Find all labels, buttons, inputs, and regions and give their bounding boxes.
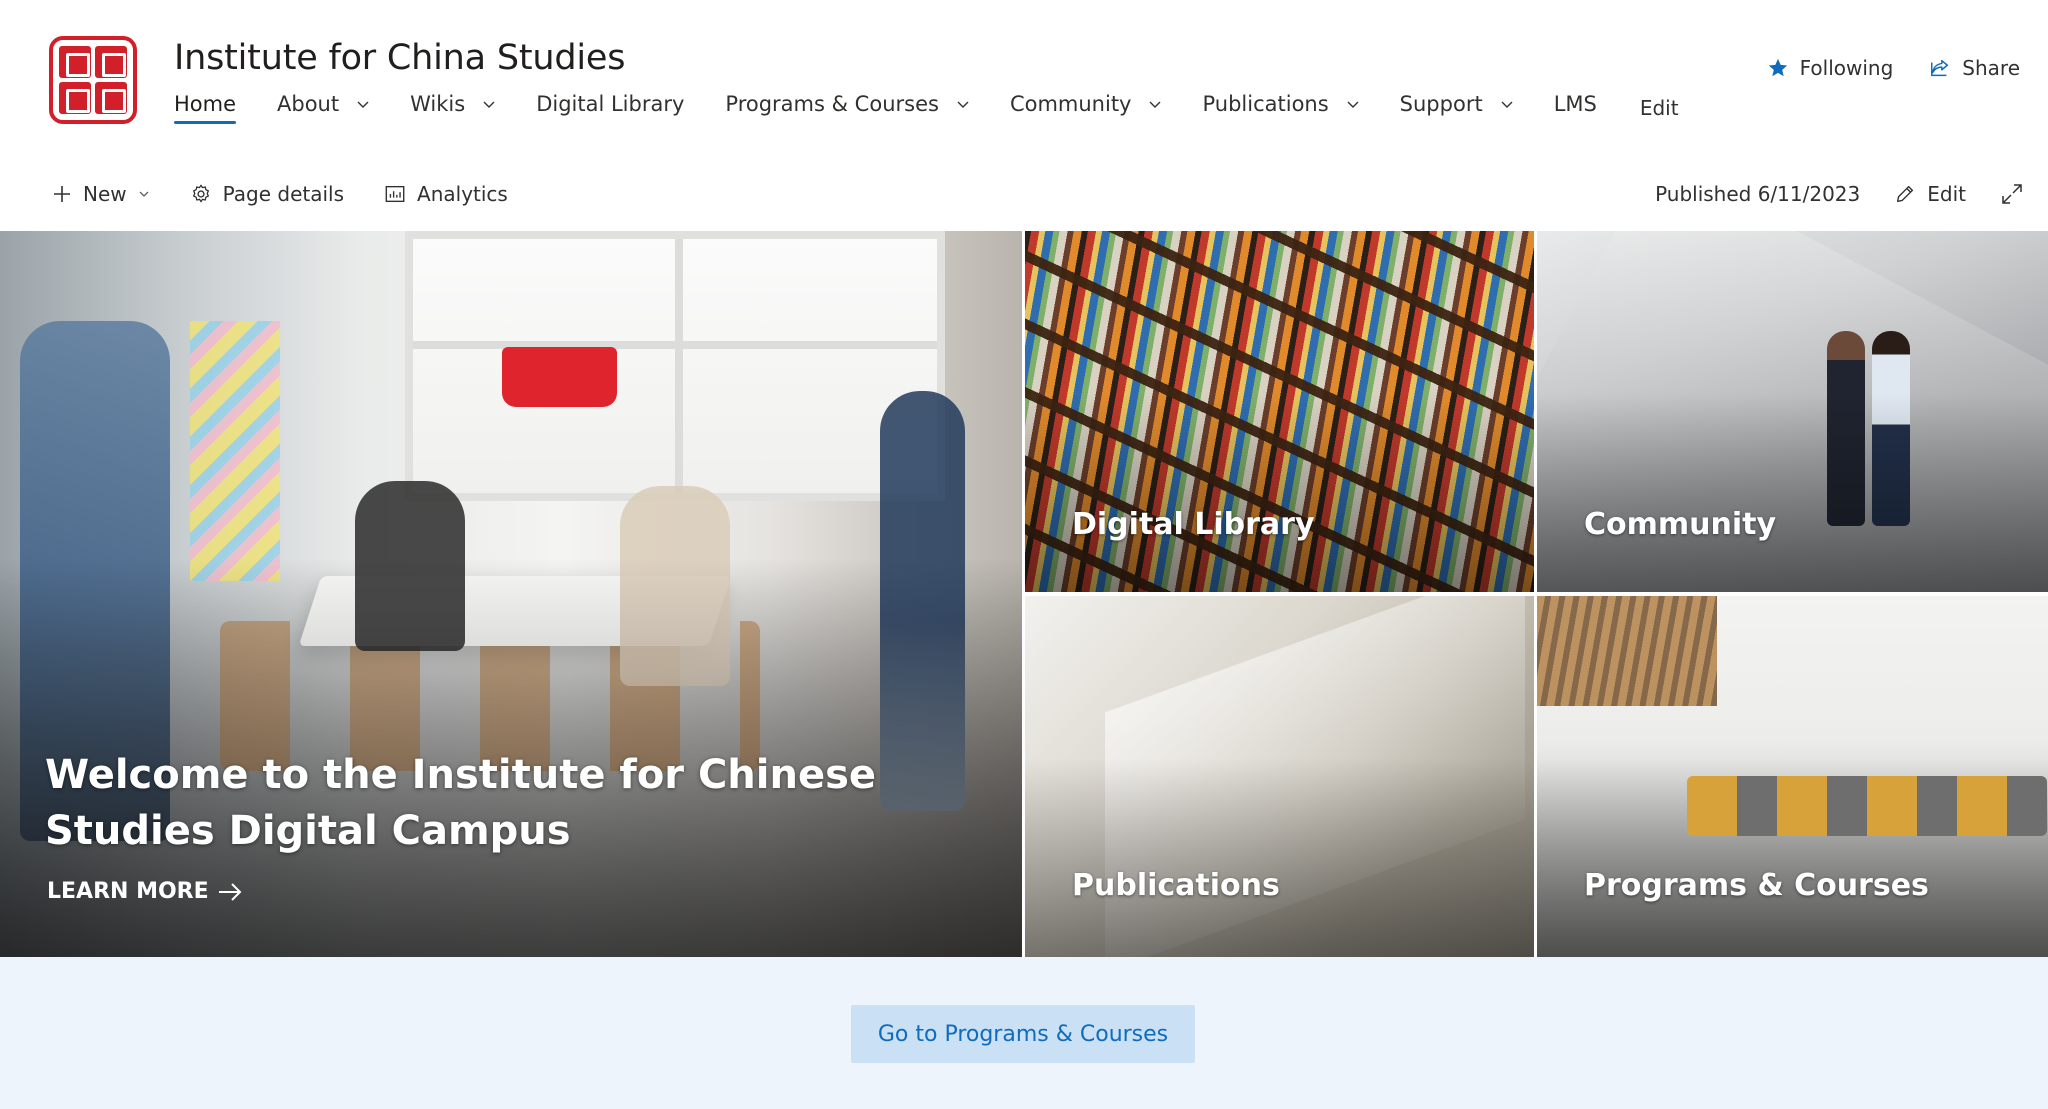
star-icon: [1768, 58, 1787, 77]
hero-tile-publications[interactable]: Publications: [1025, 596, 1534, 957]
nav-item-label: Digital Library: [536, 92, 685, 116]
plus-icon: [54, 186, 70, 202]
gear-icon: [192, 184, 209, 203]
tile-label: Publications: [1072, 868, 1280, 903]
nav-item-wikis[interactable]: Wikis: [410, 92, 495, 124]
new-label: New: [83, 182, 127, 206]
expand-button[interactable]: [2000, 182, 2024, 206]
published-status: Published 6/11/2023: [1655, 182, 1861, 206]
hero-main-tile[interactable]: Welcome to the Institute for Chinese Stu…: [0, 231, 1022, 957]
nav-item-lms[interactable]: LMS: [1554, 92, 1597, 124]
nav-item-support[interactable]: Support: [1400, 92, 1513, 124]
chevron-down-icon: [957, 101, 969, 108]
nav-item-label: Home: [174, 92, 237, 116]
share-button[interactable]: Share: [1929, 56, 2020, 80]
chevron-down-icon: [1501, 101, 1513, 108]
hero-tile-programs-courses[interactable]: Programs & Courses: [1537, 596, 2048, 957]
chevron-down-icon: [357, 101, 369, 108]
edit-label: Edit: [1927, 182, 1966, 206]
nav-item-label: LMS: [1553, 92, 1597, 116]
nav-edit-link[interactable]: Edit: [1640, 96, 1679, 120]
hero-main-title: Welcome to the Institute for Chinese Stu…: [45, 752, 877, 854]
nav-item-digital-library[interactable]: Digital Library: [536, 92, 684, 124]
chevron-down-icon: [483, 101, 495, 108]
expand-icon: [2002, 184, 2022, 204]
chevron-down-icon: [1347, 101, 1359, 108]
analytics-label: Analytics: [417, 182, 508, 206]
following-button[interactable]: Following: [1767, 56, 1894, 80]
header-actions: Following Share: [1767, 56, 2020, 80]
following-label: Following: [1799, 56, 1894, 80]
go-to-programs-button[interactable]: Go to Programs & Courses: [851, 1005, 1195, 1063]
hero-tile-community[interactable]: Community: [1537, 231, 2048, 592]
tile-label: Community: [1584, 507, 1777, 542]
analytics-icon: [385, 185, 405, 203]
share-label: Share: [1962, 56, 2020, 80]
nav-item-label: Wikis: [410, 92, 466, 116]
chevron-down-icon: [139, 191, 149, 197]
site-title[interactable]: Institute for China Studies: [174, 38, 625, 78]
hero-tile-digital-library[interactable]: Digital Library: [1025, 231, 1534, 592]
share-icon: [1931, 59, 1949, 77]
top-navigation: Home About Wikis Digital Library Program…: [174, 92, 1679, 132]
site-header: Institute for China Studies Home About W…: [0, 0, 2048, 160]
hero-section: Welcome to the Institute for Chinese Stu…: [0, 231, 2048, 957]
nav-item-label: Community: [1009, 92, 1132, 116]
edit-page-button[interactable]: Edit: [1894, 182, 1966, 206]
page-details-label: Page details: [222, 182, 345, 206]
nav-item-publications[interactable]: Publications: [1202, 92, 1359, 124]
pencil-icon: [1897, 185, 1914, 203]
tile-label: Digital Library: [1072, 507, 1315, 542]
arrow-right-icon: [218, 882, 242, 901]
nav-item-label: About: [277, 92, 340, 116]
cta-section: Go to Programs & Courses: [0, 957, 2048, 1109]
site-logo[interactable]: [49, 36, 137, 124]
learn-more-link[interactable]: LEARN MORE: [47, 879, 243, 904]
nav-item-label: Publications: [1202, 92, 1329, 116]
tile-label: Programs & Courses: [1584, 868, 1929, 903]
nav-item-label: Programs & Courses: [725, 92, 939, 116]
nav-item-home[interactable]: Home: [174, 92, 237, 124]
learn-more-label: LEARN MORE: [47, 879, 209, 904]
analytics-button[interactable]: Analytics: [384, 182, 508, 206]
page-details-button[interactable]: Page details: [190, 182, 344, 206]
chevron-down-icon: [1149, 101, 1161, 108]
nav-item-programs-courses[interactable]: Programs & Courses: [725, 92, 969, 124]
nav-item-label: Support: [1399, 92, 1483, 116]
new-button[interactable]: New: [52, 182, 150, 206]
command-bar: New Page details Analytics Published 6/1…: [0, 172, 2048, 220]
nav-item-community[interactable]: Community: [1010, 92, 1162, 124]
nav-item-about[interactable]: About: [277, 92, 369, 124]
